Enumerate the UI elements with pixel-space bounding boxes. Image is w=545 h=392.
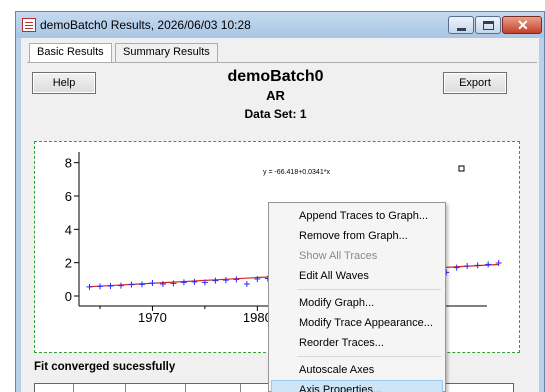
data-point (159, 281, 166, 287)
context-menu: Append Traces to Graph... Remove from Gra… (268, 202, 446, 392)
legend-marker (458, 165, 465, 172)
window-title: demoBatch0 Results, 2026/06/03 10:28 (40, 18, 251, 32)
data-point (107, 283, 114, 289)
menu-item-modify-trace-appearance[interactable]: Modify Trace Appearance... (271, 313, 443, 333)
menu-item-append-traces-to-graph[interactable]: Append Traces to Graph... (271, 206, 443, 226)
menu-item-remove-from-graph[interactable]: Remove from Graph... (271, 226, 443, 246)
y-tick-label: 4 (65, 222, 72, 237)
data-point (96, 283, 103, 290)
batch-title: demoBatch0 (227, 68, 324, 85)
data-point (243, 281, 250, 287)
menu-separator (297, 356, 441, 357)
close-icon: ✕ (517, 17, 529, 33)
data-point (117, 282, 124, 289)
data-point (453, 264, 460, 271)
menu-separator (297, 289, 441, 290)
minimize-icon (457, 28, 466, 31)
data-point (474, 262, 481, 269)
tab-basic-results[interactable]: Basic Results (29, 43, 112, 63)
data-point (170, 280, 177, 287)
menu-item-edit-all-waves[interactable]: Edit All Waves (271, 266, 443, 286)
minimize-button[interactable] (448, 16, 474, 34)
y-tick-label: 2 (65, 256, 72, 271)
y-tick-label: 8 (65, 156, 72, 171)
data-point (212, 277, 219, 284)
data-point (86, 283, 93, 290)
data-point (180, 279, 187, 286)
title-bar[interactable]: demoBatch0 Results, 2026/06/03 10:28 ✕ (16, 12, 544, 38)
data-point (485, 261, 492, 268)
maximize-button[interactable] (475, 16, 501, 34)
batch-subtitle: AR (266, 88, 285, 103)
fit-equation: y = -66.418+0.0341*x (263, 169, 330, 176)
fit-status: Fit converged sucessfully (34, 361, 176, 373)
tab-summary-results[interactable]: Summary Results (115, 43, 218, 62)
maximize-icon (483, 21, 494, 30)
data-point (233, 276, 240, 283)
app-icon (22, 18, 36, 32)
data-point (149, 280, 156, 286)
menu-item-reorder-traces[interactable]: Reorder Traces... (271, 333, 443, 353)
menu-item-modify-graph[interactable]: Modify Graph... (271, 293, 443, 313)
data-point (138, 281, 145, 288)
menu-item-axis-properties[interactable]: Axis Properties... (271, 380, 443, 392)
data-point (464, 263, 471, 269)
menu-item-show-all-traces: Show All Traces (299, 250, 378, 262)
y-tick-label: 6 (65, 189, 72, 204)
data-point (128, 281, 135, 288)
close-button[interactable]: ✕ (502, 16, 542, 34)
data-point (222, 277, 229, 284)
dataset-label: Data Set: 1 (244, 107, 307, 121)
data-point (191, 278, 198, 285)
y-tick-label: 0 (65, 289, 72, 304)
menu-item-autoscale-axes[interactable]: Autoscale Axes (271, 360, 443, 380)
x-tick-label: 1970 (138, 310, 167, 325)
